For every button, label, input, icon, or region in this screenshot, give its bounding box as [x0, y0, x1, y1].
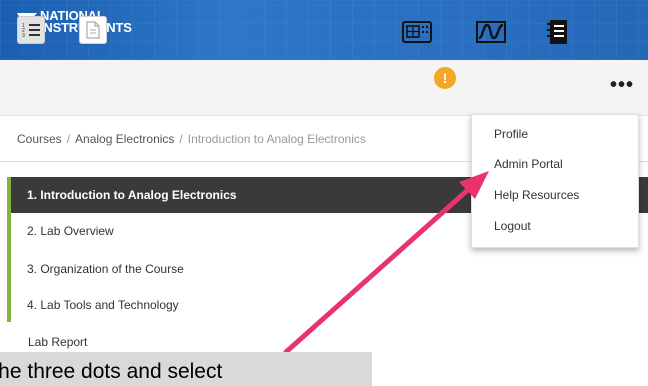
instruction-callout: k the three dots and select [0, 352, 372, 386]
document-view-button[interactable] [79, 16, 107, 44]
instruction-text: k the three dots and select [0, 360, 223, 383]
toolbar [0, 60, 648, 116]
breadcrumb: Courses / Analog Electronics / Introduction … [17, 132, 366, 146]
breadcrumb-separator: / [66, 132, 71, 146]
breadcrumb-separator: / [179, 132, 183, 146]
menu-item-admin-portal[interactable]: Admin Portal [494, 155, 563, 173]
menu-item-profile[interactable]: Profile [494, 125, 528, 143]
more-options-button[interactable]: ••• [610, 74, 634, 97]
toc-button[interactable]: 1 2 3 [17, 16, 45, 44]
breadcrumb-analog-electronics[interactable]: Analog Electronics [75, 132, 174, 146]
svg-text:3: 3 [22, 33, 25, 38]
waveform-icon [476, 21, 506, 43]
document-icon [86, 21, 100, 39]
notification-badge: ! [434, 67, 456, 89]
notebook-button[interactable] [542, 17, 572, 47]
numbered-list-icon: 1 2 3 [22, 23, 40, 38]
waveform-button[interactable] [476, 17, 506, 47]
menu-item-help-resources[interactable]: Help Resources [494, 186, 579, 204]
notebook-icon [547, 20, 567, 44]
instrument-panel-icon [402, 21, 432, 43]
breadcrumb-current: Introduction to Analog Electronics [187, 132, 366, 146]
user-menu-dropdown: Profile Admin Portal Help Resources Logo… [471, 114, 639, 248]
breadcrumb-courses[interactable]: Courses [17, 132, 62, 146]
menu-item-logout[interactable]: Logout [494, 217, 531, 235]
instrument-button[interactable] [402, 17, 432, 47]
nav-item-lab-tools[interactable]: 4. Lab Tools and Technology [11, 287, 648, 323]
nav-item-organization[interactable]: 3. Organization of the Course [11, 251, 648, 287]
